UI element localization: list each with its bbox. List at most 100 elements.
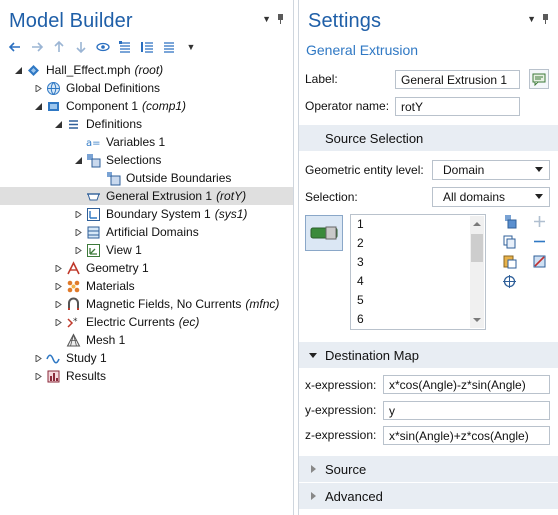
- toolbar-dropdown-icon[interactable]: ▼: [182, 38, 200, 56]
- move-down-icon[interactable]: [72, 38, 90, 56]
- globe-icon: [45, 80, 61, 96]
- chevron-down-icon: [303, 134, 323, 142]
- selection-list[interactable]: 123456: [350, 214, 486, 330]
- entity-level-select[interactable]: Domain: [432, 160, 550, 180]
- collapsed-arrow-icon[interactable]: [53, 259, 63, 277]
- x-expression-field[interactable]: x*cos(Angle)-z*sin(Angle): [383, 375, 550, 394]
- tree-item[interactable]: * Electric Currents (ec): [0, 313, 293, 331]
- model-builder-toolbar: ▼: [6, 38, 200, 56]
- paste-selection-icon[interactable]: [501, 213, 517, 229]
- tree-item[interactable]: Component 1 (comp1): [0, 97, 293, 115]
- move-up-icon[interactable]: [50, 38, 68, 56]
- scroll-up-icon[interactable]: [473, 222, 481, 226]
- destination-map-header: Destination Map: [325, 347, 419, 363]
- clear-selection-icon[interactable]: [531, 253, 547, 269]
- collapsed-arrow-icon[interactable]: [73, 205, 83, 223]
- tree-item[interactable]: Outside Boundaries: [0, 169, 293, 187]
- zoom-to-selection-icon[interactable]: [501, 273, 517, 289]
- electric-currents-icon: *: [65, 314, 81, 330]
- remove-from-selection-icon[interactable]: [531, 233, 547, 249]
- source-selection-section-header[interactable]: Source Selection: [299, 125, 558, 151]
- model-file-icon: [25, 62, 41, 78]
- tree-item[interactable]: Selections: [0, 151, 293, 169]
- selection-list-scrollbar[interactable]: [470, 216, 484, 328]
- selection-list-item[interactable]: 3: [351, 253, 485, 272]
- scroll-thumb[interactable]: [471, 234, 483, 262]
- copy-selection-icon[interactable]: [501, 233, 517, 249]
- artificial-domains-icon: [85, 224, 101, 240]
- scroll-down-icon[interactable]: [473, 318, 481, 322]
- collapsed-arrow-icon[interactable]: [73, 241, 83, 259]
- expanded-arrow-icon[interactable]: [73, 151, 83, 169]
- list-options-icon[interactable]: [160, 38, 178, 56]
- source-header: Source: [325, 461, 367, 477]
- y-expression-field[interactable]: y: [383, 401, 550, 420]
- collapsed-arrow-icon[interactable]: [53, 313, 63, 331]
- tree-item[interactable]: Results: [0, 367, 293, 385]
- add-to-selection-icon[interactable]: [531, 213, 547, 229]
- x-expression-caption: x-expression:: [305, 378, 377, 392]
- collapsed-arrow-icon[interactable]: [53, 277, 63, 295]
- source-section-header[interactable]: Source: [299, 456, 558, 482]
- entity-level-value: Domain: [443, 163, 485, 177]
- selection-list-item[interactable]: 1: [351, 215, 485, 234]
- destination-map-section-header[interactable]: Destination Map: [299, 342, 558, 368]
- z-expression-field[interactable]: x*sin(Angle)+z*cos(Angle): [383, 426, 550, 445]
- expanded-arrow-icon[interactable]: [33, 97, 43, 115]
- pin-icon[interactable]: [541, 14, 550, 24]
- tree-item-label: Mesh 1: [86, 333, 126, 347]
- chevron-down-icon: [535, 194, 543, 199]
- collapsed-arrow-icon[interactable]: [73, 223, 83, 241]
- label-field[interactable]: General Extrusion 1: [395, 70, 520, 89]
- forward-arrow-icon[interactable]: [28, 38, 46, 56]
- settings-title: Settings: [308, 10, 382, 32]
- tree-item[interactable]: Geometry 1: [0, 259, 293, 277]
- comment-button[interactable]: [529, 69, 549, 89]
- tree-item[interactable]: Mesh 1: [0, 331, 293, 349]
- panel-menu-icon[interactable]: ▼: [527, 14, 536, 24]
- selection-icon: [105, 170, 121, 186]
- selection-list-item[interactable]: 6: [351, 310, 485, 329]
- operator-name-field[interactable]: rotY: [395, 97, 520, 116]
- selection-select[interactable]: All domains: [432, 187, 550, 207]
- tree-item-label: Study 1: [66, 351, 107, 365]
- selection-list-item[interactable]: 4: [351, 272, 485, 291]
- tree-item[interactable]: Magnetic Fields, No Currents (mfnc): [0, 295, 293, 313]
- tree-item[interactable]: View 1: [0, 241, 293, 259]
- selection-list-item[interactable]: 2: [351, 234, 485, 253]
- tree-item[interactable]: a= Variables 1: [0, 133, 293, 151]
- tree-item-label: Electric Currents: [86, 315, 175, 329]
- collapsed-arrow-icon[interactable]: [53, 295, 63, 313]
- panel-menu-icon[interactable]: ▼: [262, 14, 271, 24]
- active-selection-toggle[interactable]: [305, 215, 343, 251]
- tree-item-tag: (comp1): [142, 99, 187, 113]
- collapsed-arrow-icon[interactable]: [33, 79, 43, 97]
- back-arrow-icon[interactable]: [6, 38, 24, 56]
- selection-list-item[interactable]: 5: [351, 291, 485, 310]
- expanded-arrow-icon[interactable]: [53, 115, 63, 133]
- expand-sections-icon[interactable]: [116, 38, 134, 56]
- tree-item[interactable]: Hall_Effect.mph (root): [0, 61, 293, 79]
- show-more-options-icon[interactable]: [94, 38, 112, 56]
- tree-item[interactable]: Global Definitions: [0, 79, 293, 97]
- source-selection-header: Source Selection: [325, 130, 424, 146]
- tree-item[interactable]: Boundary System 1 (sys1): [0, 205, 293, 223]
- tree-item[interactable]: Materials: [0, 277, 293, 295]
- general-extrusion-icon: [85, 188, 101, 204]
- pin-icon[interactable]: [276, 14, 285, 24]
- tree-item[interactable]: General Extrusion 1 (rotY): [0, 187, 293, 205]
- tree-item[interactable]: Study 1: [0, 349, 293, 367]
- collapsed-arrow-icon[interactable]: [33, 349, 43, 367]
- paste-icon[interactable]: [501, 253, 517, 269]
- tree-item[interactable]: Artificial Domains: [0, 223, 293, 241]
- collapse-sections-icon[interactable]: [138, 38, 156, 56]
- collapsed-arrow-icon[interactable]: [33, 367, 43, 385]
- expanded-arrow-icon[interactable]: [13, 61, 23, 79]
- selection-caption: Selection:: [305, 190, 358, 204]
- results-icon: [45, 368, 61, 384]
- advanced-section-header[interactable]: Advanced: [299, 483, 558, 509]
- tree-item[interactable]: Definitions: [0, 115, 293, 133]
- magnetic-fields-icon: [65, 296, 81, 312]
- definitions-icon: [65, 116, 81, 132]
